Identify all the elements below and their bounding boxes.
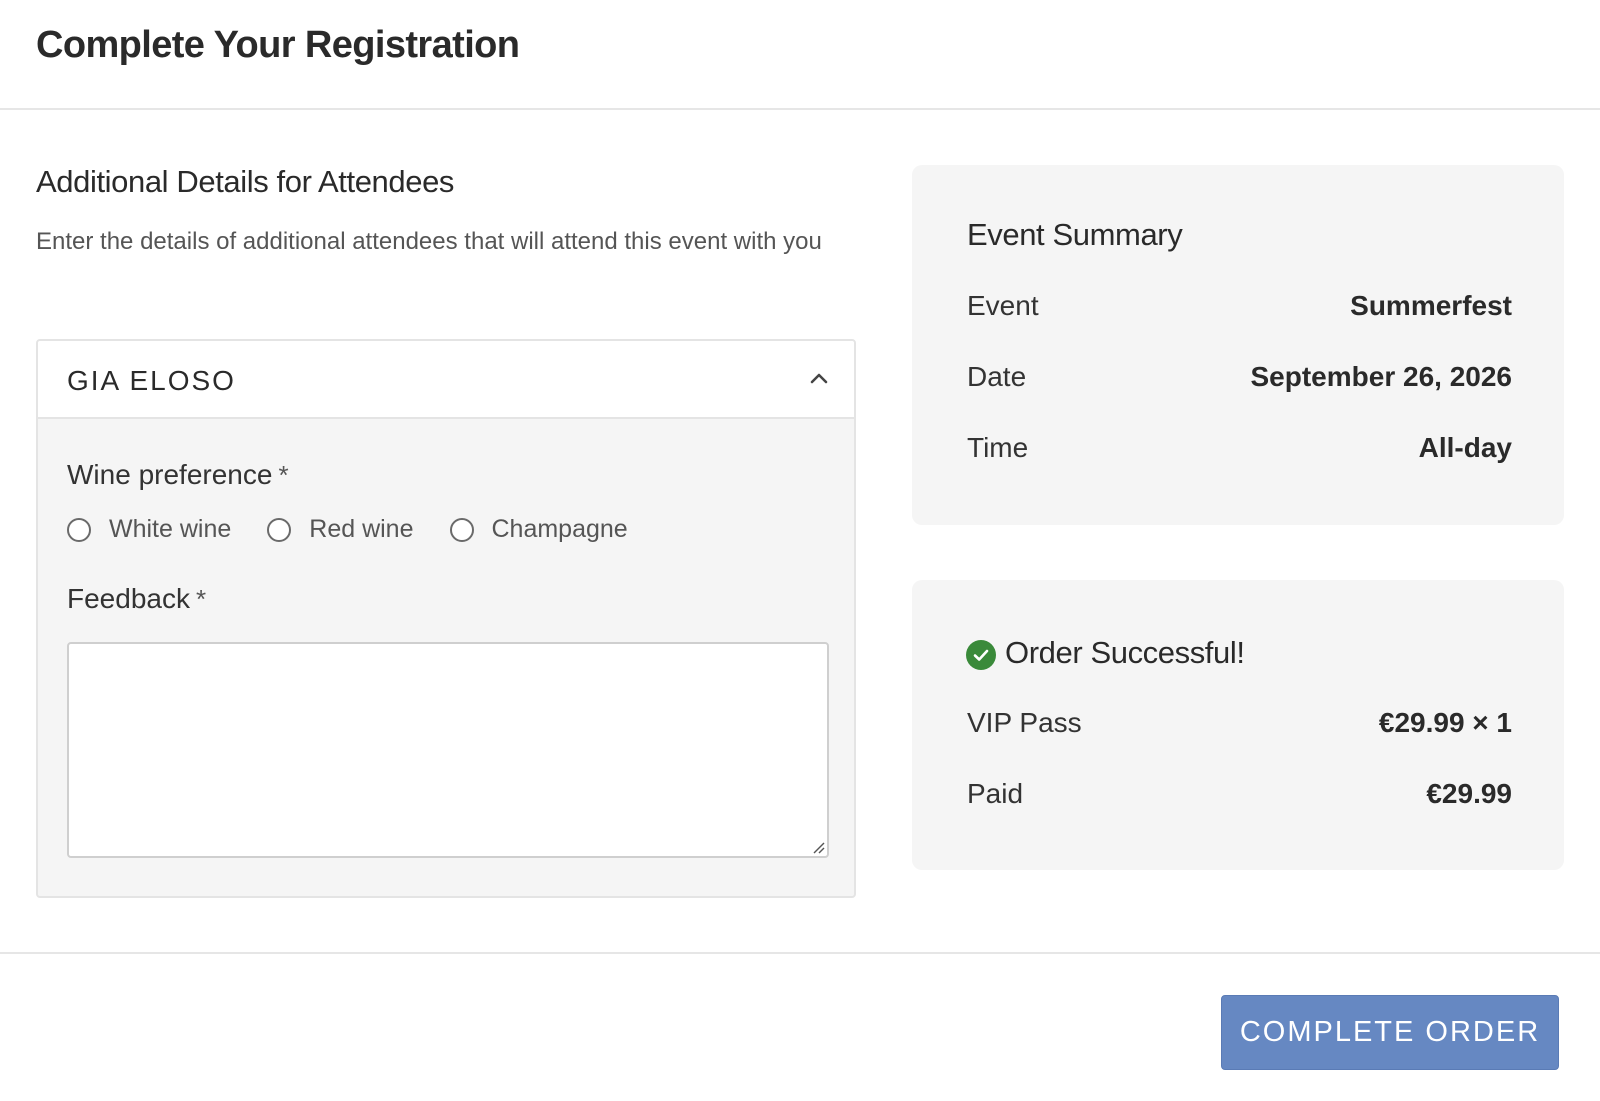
chevron-up-icon[interactable] (808, 367, 830, 389)
feedback-label: Feedback * (67, 583, 206, 615)
summary-value: September 26, 2026 (1250, 361, 1513, 392)
attendee-name: GIA ELOSO (67, 365, 236, 396)
summary-row-event: Event Summerfest (967, 290, 1512, 322)
event-summary-title: Event Summary (967, 217, 1183, 252)
attendee-accordion-header[interactable]: GIA ELOSO (38, 341, 854, 419)
footer-divider (0, 952, 1600, 954)
page-title: Complete Your Registration (36, 24, 520, 66)
attendees-section-title: Additional Details for Attendees (36, 164, 455, 199)
order-value: €29.99 (1426, 778, 1512, 809)
wine-preference-label-text: Wine preference (67, 459, 273, 490)
radio-label: Champagne (491, 515, 628, 543)
order-row-ticket: VIP Pass €29.99 × 1 (967, 707, 1512, 739)
summary-key: Event (967, 290, 1039, 321)
order-value: €29.99 × 1 (1378, 707, 1512, 738)
registration-page: Complete Your Registration Additional De… (0, 0, 1600, 1101)
radio-button[interactable] (267, 517, 292, 542)
page-header: Complete Your Registration (0, 0, 1600, 110)
summary-value: All-day (1418, 432, 1512, 463)
summary-key: Time (967, 432, 1029, 463)
complete-order-button[interactable]: COMPLETE ORDER (1221, 995, 1559, 1070)
order-status-card: Order Successful! VIP Pass €29.99 × 1 Pa… (912, 580, 1564, 870)
feedback-textarea[interactable] (67, 642, 829, 858)
feedback-label-text: Feedback (67, 583, 190, 614)
order-status-title: Order Successful! (1005, 635, 1245, 670)
radio-option-white-wine[interactable]: White wine (67, 515, 231, 544)
radio-option-champagne[interactable]: Champagne (449, 515, 628, 544)
radio-button[interactable] (67, 517, 91, 542)
summary-key: Date (967, 361, 1027, 392)
wine-preference-label: Wine preference * (67, 459, 289, 491)
wine-preference-options: White wine Red wine Champagne (67, 515, 664, 544)
order-key: Paid (967, 778, 1024, 809)
radio-button[interactable] (449, 517, 474, 542)
order-row-paid: Paid €29.99 (967, 778, 1512, 810)
order-key: VIP Pass (967, 707, 1082, 738)
event-summary-card: Event Summary Event Summerfest Date Sept… (912, 165, 1564, 525)
attendees-section-description: Enter the details of additional attendee… (36, 228, 822, 255)
resize-handle-icon[interactable] (811, 840, 825, 854)
summary-row-date: Date September 26, 2026 (967, 361, 1512, 393)
check-circle-icon (966, 640, 996, 670)
radio-option-red-wine[interactable]: Red wine (267, 515, 414, 544)
radio-label: Red wine (309, 515, 414, 543)
required-asterisk: * (195, 584, 207, 614)
required-asterisk: * (278, 460, 289, 490)
summary-row-time: Time All-day (967, 432, 1512, 464)
summary-value: Summerfest (1350, 290, 1512, 321)
radio-label: White wine (109, 515, 232, 543)
attendee-card: GIA ELOSO Wine preference * White wine Re… (36, 339, 856, 898)
